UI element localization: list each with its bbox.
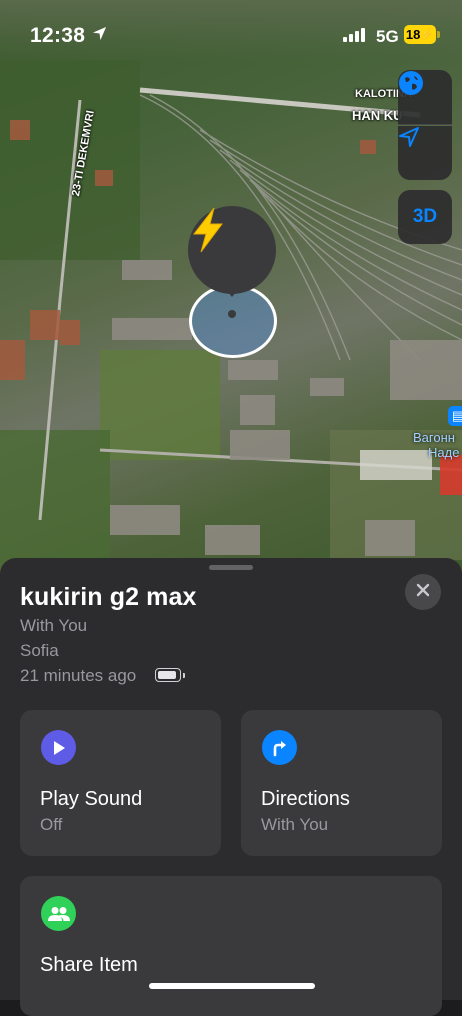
close-button[interactable] (405, 574, 441, 610)
three-d-toggle[interactable]: 3D (398, 190, 452, 244)
play-icon (41, 730, 76, 765)
directions-label: Directions (261, 788, 350, 810)
poi-label-line: Вагонн (413, 430, 455, 445)
people-icon (41, 896, 76, 931)
play-sound-label: Play Sound (40, 788, 143, 810)
directions-button[interactable]: Directions With You (241, 710, 442, 856)
pin-pointer (221, 284, 243, 297)
battery-level: 18 (405, 27, 421, 42)
item-city: Sofia (20, 641, 59, 660)
map-view[interactable]: 12:38 5G 18 ⚡ KALOTINA HAN KU 23-TI DEKEM… (0, 0, 462, 580)
item-name: kukirin g2 max (20, 583, 197, 611)
poi-label-line: Наде (428, 445, 460, 460)
close-icon (416, 583, 430, 602)
share-item-button[interactable]: Share Item (20, 876, 442, 1016)
tracking-button[interactable] (398, 126, 452, 180)
directions-arrow-icon (262, 730, 297, 765)
battery-tip (183, 673, 185, 678)
location-dot (228, 310, 236, 318)
street-label: HAN KU (352, 108, 403, 123)
map-style-button[interactable] (398, 70, 452, 125)
home-indicator[interactable] (149, 983, 315, 989)
poi-marker-icon[interactable]: ▤ (448, 406, 462, 426)
battery-indicator: 18 ⚡ (404, 25, 436, 44)
item-updated: 21 minutes ago (20, 666, 137, 685)
battery-full-icon (155, 668, 181, 682)
status-time: 12:38 (30, 24, 86, 47)
item-map-pin[interactable] (188, 206, 276, 294)
poi-label: Вагонн Наде (413, 430, 459, 460)
play-sound-status: Off (40, 815, 63, 834)
network-type: 5G (376, 27, 399, 46)
status-bar: 12:38 5G 18 ⚡ (0, 0, 462, 62)
sheet-grabber[interactable] (209, 565, 253, 570)
battery-tip (437, 31, 440, 38)
item-detail-sheet[interactable]: kukirin g2 max With You Sofia 21 minutes… (0, 558, 462, 1016)
directions-status: With You (261, 815, 329, 834)
charging-bolt-icon: ⚡ (420, 29, 435, 41)
play-sound-button[interactable]: Play Sound Off (20, 710, 221, 856)
item-status: With You (20, 616, 88, 635)
share-item-label: Share Item (40, 954, 138, 976)
